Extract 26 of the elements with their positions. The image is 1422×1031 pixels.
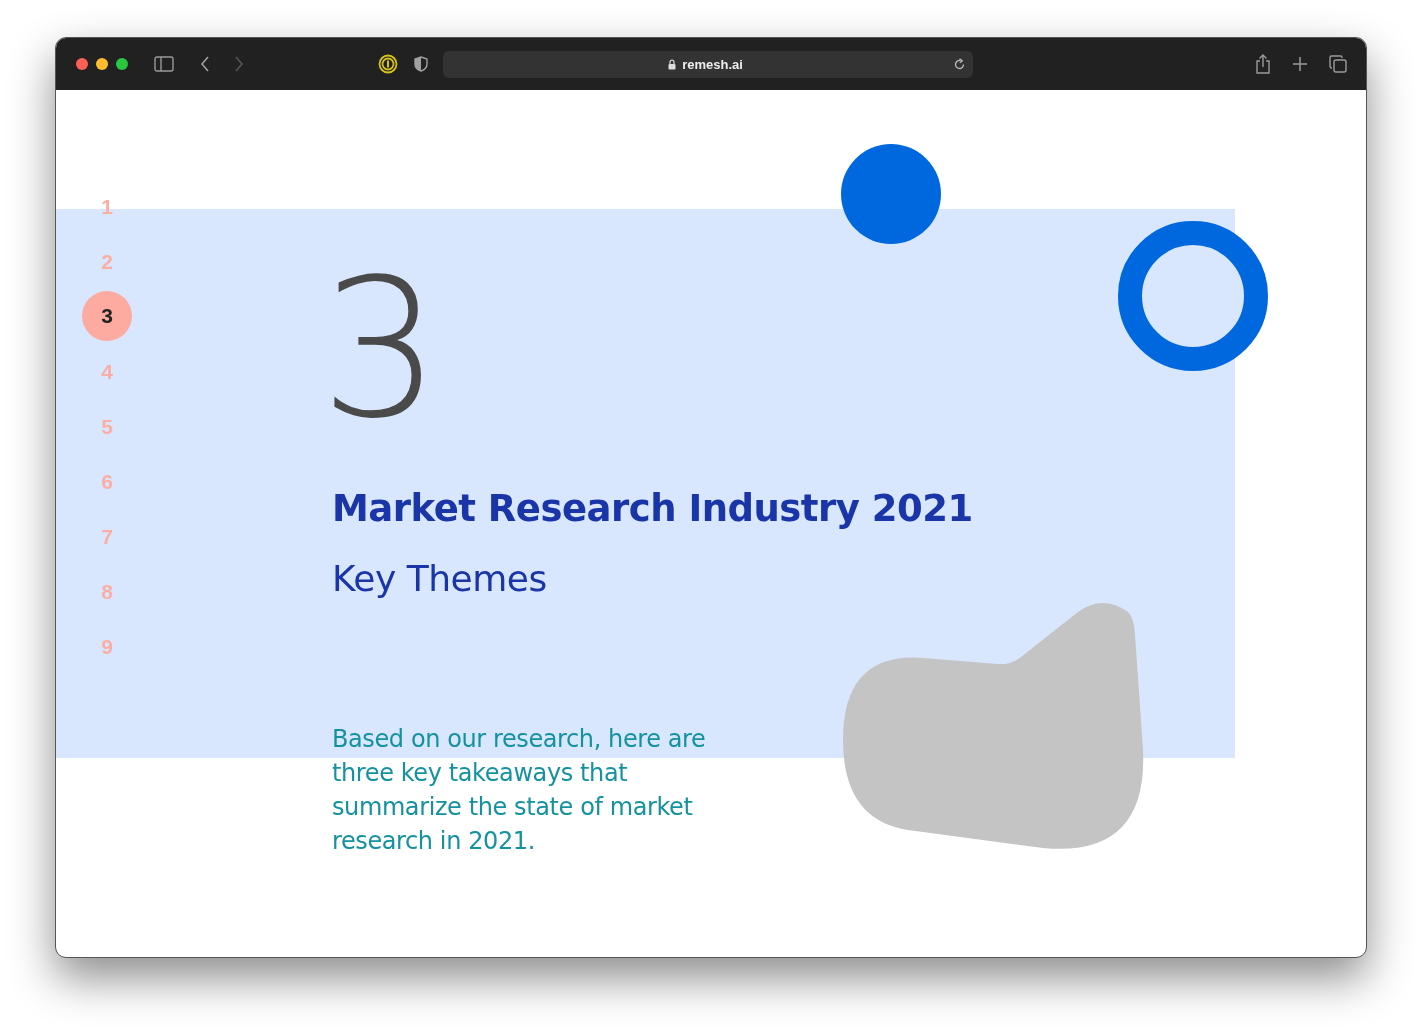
reload-icon[interactable]: [953, 57, 966, 71]
close-icon[interactable]: [76, 58, 88, 70]
minimize-icon[interactable]: [96, 58, 108, 70]
sidebar-icon[interactable]: [154, 56, 174, 72]
section-link[interactable]: 9: [101, 619, 113, 674]
section-description: Based on our research, here are three key takeaways that summarize the state of market research in 2021.: [332, 724, 707, 857]
section-subtitle: Key Themes: [332, 557, 548, 601]
password-manager-icon[interactable]: [378, 54, 398, 74]
tabs-overview-icon[interactable]: [1329, 55, 1347, 73]
section-title: Market Research Industry 2021: [332, 486, 973, 532]
section-link[interactable]: 1: [101, 179, 113, 234]
section-number: 3: [320, 275, 442, 425]
zoom-icon[interactable]: [116, 58, 128, 70]
lock-icon: [668, 58, 677, 70]
section-link[interactable]: 4: [101, 344, 113, 399]
share-icon[interactable]: [1255, 54, 1271, 74]
url-text: remesh.ai: [682, 56, 743, 72]
section-link[interactable]: 5: [101, 399, 113, 454]
new-tab-icon[interactable]: [1293, 57, 1307, 71]
shield-icon[interactable]: [414, 56, 428, 72]
section-link[interactable]: 7: [101, 509, 113, 564]
address-bar[interactable]: remesh.ai: [443, 50, 973, 78]
section-link[interactable]: 2: [101, 234, 113, 289]
back-icon[interactable]: [200, 56, 210, 72]
section-link[interactable]: 6: [101, 454, 113, 509]
section-link[interactable]: 8: [101, 564, 113, 619]
